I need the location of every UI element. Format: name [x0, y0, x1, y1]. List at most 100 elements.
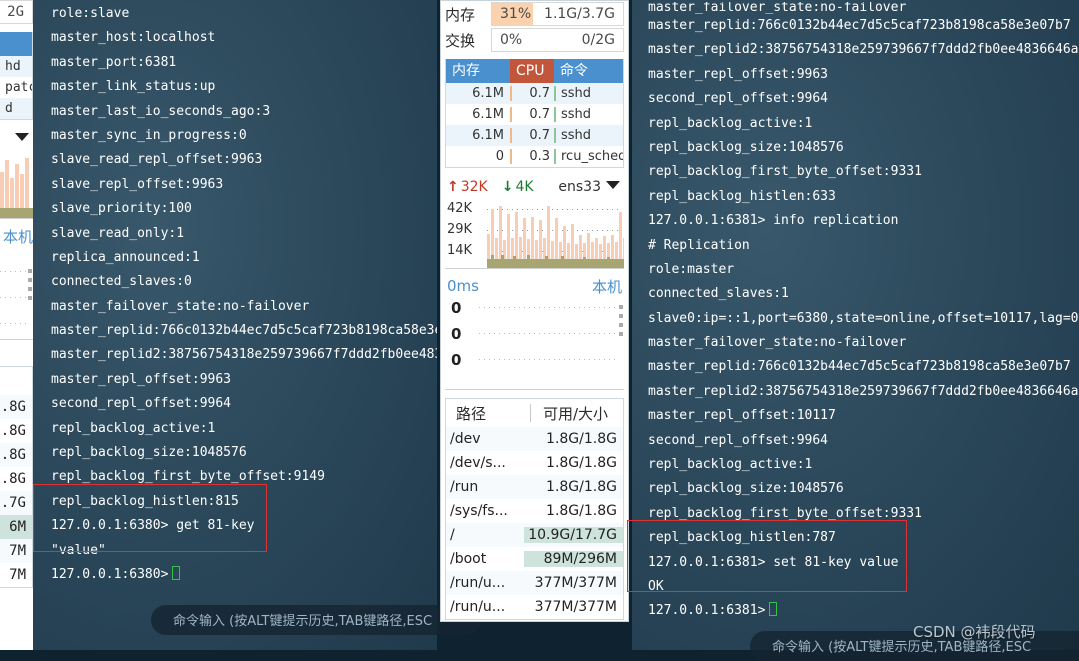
table-row[interactable]: .8G: [0, 443, 32, 467]
table-row[interactable]: /run/u... 377M/377M: [446, 571, 623, 595]
disk-usage: 377M/377M: [534, 575, 617, 591]
terminal-line: role:slave: [51, 6, 130, 21]
terminal-line: repl_backlog_active:1: [648, 115, 813, 131]
table-row[interactable]: 0 0.3 rcu_sched: [446, 146, 623, 167]
terminal-line: replica_announced:1: [51, 249, 200, 265]
memory-usage: 1.1G/3.7G: [544, 6, 615, 22]
ping-ytick-2: 0: [451, 351, 462, 369]
disk-usage: 89M/296M: [524, 551, 623, 567]
table-row[interactable]: /run/u... 377M/377M: [446, 595, 623, 619]
network-interface-selector[interactable]: ens33: [558, 179, 620, 195]
table-row[interactable]: hd: [0, 56, 32, 77]
process-memory: 6.1M: [446, 107, 512, 122]
table-row[interactable]: / 10.9G/17.7G: [446, 523, 623, 547]
table-row[interactable]: /dev 1.8G/1.8G: [446, 427, 623, 451]
terminal-line: master_replid2:38756754318e259739667f7dd…: [648, 383, 1079, 399]
table-row[interactable]: 7M: [0, 563, 32, 587]
scroll-indicator[interactable]: [28, 269, 32, 305]
swap-usage: 0/2G: [581, 32, 615, 48]
clipped-disk-usage: .7G: [0, 495, 26, 511]
download-arrow-icon: ↓: [501, 179, 514, 195]
col-header-cpu[interactable]: CPU: [510, 59, 554, 83]
disk-usage: 1.8G/1.8G: [546, 479, 617, 495]
terminal-line: repl_backlog_first_byte_offset:9331: [648, 164, 922, 180]
clipped-disk-usage: .8G: [0, 423, 26, 439]
download-rate: 4K: [515, 179, 534, 195]
col-header-usage[interactable]: 可用/大小: [531, 403, 623, 424]
table-row[interactable]: /sys/fs... 1.8G/1.8G: [446, 499, 623, 523]
disk-path: /run/u...: [450, 575, 506, 591]
upload-rate: 32K: [460, 179, 488, 195]
clipped-cmd: patc: [5, 80, 32, 95]
table-row[interactable]: /boot 89M/296M: [446, 547, 623, 571]
terminal-line: OK: [648, 578, 664, 594]
col-header-memory[interactable]: 内存: [446, 59, 510, 83]
ping-header: 0ms 本机: [447, 275, 622, 297]
terminal-line: master_port:6381: [51, 54, 177, 70]
terminal-line: slave_read_only:1: [51, 225, 185, 241]
table-row[interactable]: 6.1M 0.7 sshd: [446, 83, 623, 104]
table-row[interactable]: 6.1M 0.7 sshd: [446, 125, 623, 146]
terminal-line: 127.0.0.1:6380> get 81-key: [51, 518, 255, 534]
table-row[interactable]: 6M: [0, 515, 32, 539]
col-header-path[interactable]: 路径: [446, 403, 530, 424]
watermark: CSDN @袆段代码: [913, 623, 1036, 641]
clipped-disk-usage: 6M: [9, 519, 26, 535]
swap-row: 交换 0% 0/2G: [441, 27, 628, 53]
right-terminal[interactable]: master_failover_state:no-failover master…: [632, 0, 1079, 650]
disk-path: /run/u...: [450, 599, 506, 615]
terminal-line: connected_slaves:1: [648, 286, 789, 302]
net-ytick-1: 29K: [447, 222, 473, 237]
ping-scroll-indicator[interactable]: [619, 305, 623, 341]
terminal-line: repl_backlog_active:1: [648, 457, 813, 473]
net-ytick-2: 14K: [447, 243, 473, 258]
terminal-line: # Replication: [648, 237, 750, 253]
clipped-network-chart: [0, 150, 33, 219]
terminal-line: role:master: [648, 261, 735, 277]
process-memory: 0: [446, 149, 512, 164]
terminal-prompt-line[interactable]: 127.0.0.1:6380>: [33, 563, 437, 587]
ping-latency-chart: 0 0 0: [445, 297, 624, 390]
table-row[interactable]: /run 1.8G/1.8G: [446, 475, 623, 499]
disk-usage: 1.8G/1.8G: [546, 455, 617, 471]
table-row[interactable]: .7G: [0, 491, 32, 515]
memory-bar: 31% 1.1G/3.7G: [491, 2, 624, 26]
table-row[interactable]: .8G: [0, 395, 32, 419]
ping-latency: 0ms: [447, 277, 479, 295]
memory-percent: 31%: [500, 6, 532, 22]
chevron-down-icon[interactable]: [606, 181, 620, 189]
clipped-ping-chart: [0, 247, 33, 340]
swap-label: 交换: [445, 31, 476, 50]
terminal-line: second_repl_offset:9964: [648, 91, 829, 107]
process-command: sshd: [561, 128, 592, 143]
disk-usage: 377M/377M: [534, 599, 617, 615]
table-row[interactable]: patc: [0, 77, 32, 98]
ping-ytick-0: 0: [451, 299, 462, 317]
terminal-cursor: [769, 602, 778, 617]
chevron-down-icon[interactable]: [15, 133, 29, 141]
ping-host[interactable]: 本机: [592, 276, 622, 297]
col-header-command[interactable]: 命令: [554, 59, 623, 83]
left-command-input-hint[interactable]: 命令输入 (按ALT键提示历史,TAB键路径,ESC: [151, 605, 481, 635]
table-row[interactable]: .8G: [0, 467, 32, 491]
process-table: 内存 CPU 命令 6.1M 0.7 sshd 6.1M 0.7 sshd 6.…: [445, 59, 624, 168]
table-row[interactable]: 6.1M 0.7 sshd: [446, 104, 623, 125]
table-row[interactable]: 7M: [0, 539, 32, 563]
table-row[interactable]: .8G: [0, 419, 32, 443]
disk-path: /dev/s...: [450, 455, 506, 471]
table-row[interactable]: /dev/s... 1.8G/1.8G: [446, 451, 623, 475]
network-header: ↑ 32K ↓ 4K ens33: [447, 176, 624, 198]
terminal-line: 127.0.0.1:6381> info replication: [648, 213, 899, 229]
disk-path: /sys/fs...: [450, 503, 508, 519]
clipped-process-table: hd patc d: [0, 32, 33, 120]
disk-path: /dev: [450, 431, 481, 447]
terminal-line: repl_backlog_histlen:633: [648, 188, 836, 204]
clipped-swap-bar: 2G: [0, 0, 33, 24]
swap-bar: 0% 0/2G: [491, 28, 624, 52]
terminal-line: repl_backlog_active:1: [51, 420, 216, 436]
table-row[interactable]: d: [0, 98, 32, 119]
disk-usage: 1.8G/1.8G: [546, 503, 617, 519]
left-terminal[interactable]: role:slave master_host:localhost master_…: [33, 0, 437, 650]
terminal-line: slave_repl_offset:9963: [51, 176, 224, 192]
terminal-line: repl_backlog_first_byte_offset:9331: [648, 505, 922, 521]
